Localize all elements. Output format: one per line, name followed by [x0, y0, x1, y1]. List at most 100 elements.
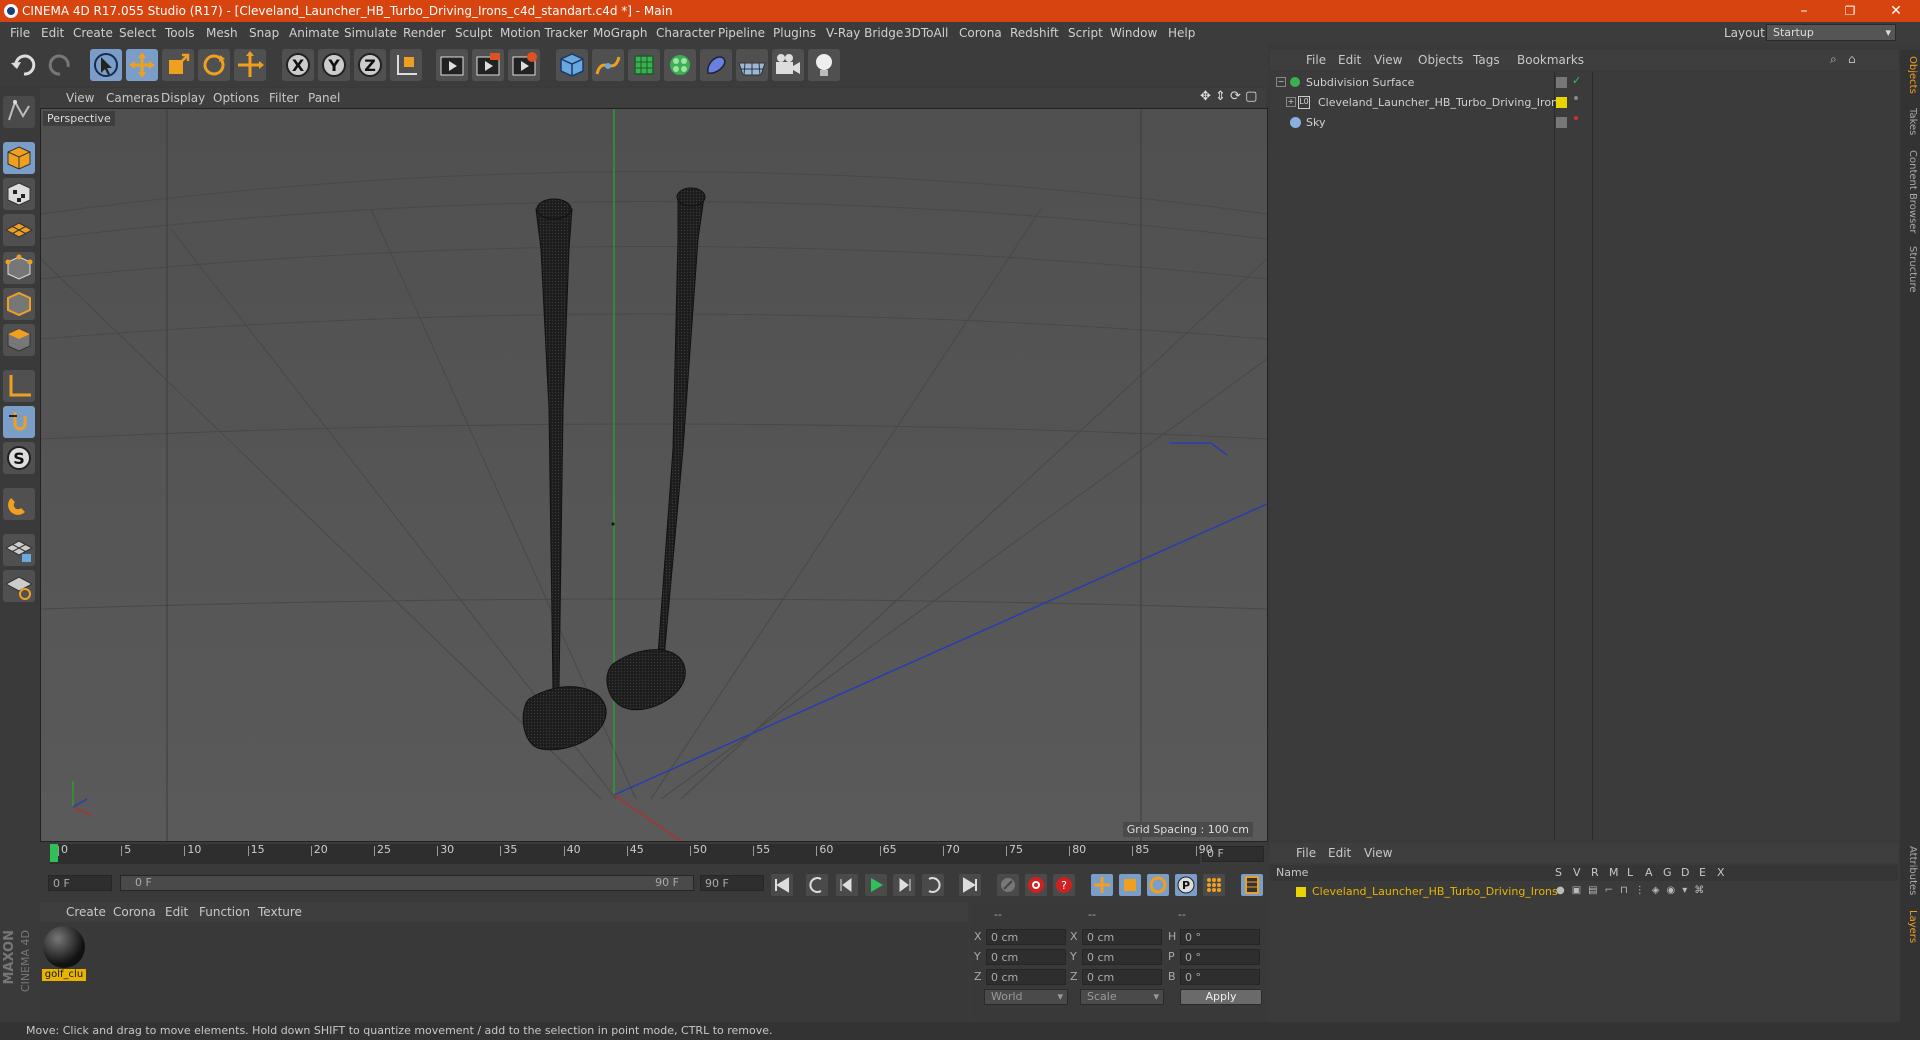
menu-select[interactable]: Select	[119, 26, 156, 40]
menu-corona[interactable]: Corona	[959, 26, 1002, 40]
workplane-mode-button[interactable]	[3, 214, 35, 246]
layer-toggle-icons[interactable]: ●▣▤⌐⊓⋮◈◉▾⌘	[1556, 885, 1711, 896]
menu-animate[interactable]: Animate	[289, 26, 339, 40]
end-frame-field[interactable]: 90 F	[700, 875, 764, 891]
menu-render[interactable]: Render	[403, 26, 446, 40]
viewport-menu-view[interactable]: View	[66, 91, 94, 105]
axis-mode-button[interactable]	[3, 370, 35, 402]
viewport-menu-options[interactable]: Options	[213, 91, 259, 105]
layer-color-icon[interactable]	[1556, 97, 1567, 108]
solo-mode-button[interactable]: S	[3, 442, 35, 474]
scale-mode-select[interactable]: Scale ▾	[1080, 989, 1164, 1005]
transform-tool-button[interactable]	[234, 49, 266, 81]
tab-takes[interactable]: Takes	[1902, 108, 1918, 135]
undo-button[interactable]	[8, 49, 40, 81]
expand-icon[interactable]: +	[1286, 97, 1296, 107]
coord-value-field[interactable]: 0 cm	[1082, 929, 1162, 945]
deformer-button[interactable]	[700, 49, 732, 81]
viewport-menu-panel[interactable]: Panel	[308, 91, 340, 105]
timeline-window-button[interactable]	[1241, 874, 1263, 896]
object-row-subdivision-surface[interactable]: − Subdivision Surface ✓	[1270, 74, 1898, 93]
autokeying-button[interactable]: ?	[1053, 874, 1075, 896]
viewport-menu-filter[interactable]: Filter	[269, 91, 299, 105]
z-axis-lock-button[interactable]: Z	[354, 49, 386, 81]
motion-record-button[interactable]	[997, 874, 1019, 896]
x-axis-lock-button[interactable]: X	[282, 49, 314, 81]
viewport-navigation-icons[interactable]: ✥ ⇕ ⟳ ▢	[1200, 89, 1257, 104]
go-to-end-button[interactable]	[959, 874, 981, 896]
render-dot-icon[interactable]	[1574, 116, 1578, 120]
material-menu-texture[interactable]: Texture	[258, 905, 302, 919]
key-scale-button[interactable]	[1119, 874, 1141, 896]
material-menu-corona[interactable]: Corona	[113, 905, 156, 919]
redo-button[interactable]	[44, 49, 76, 81]
y-axis-lock-button[interactable]: Y	[318, 49, 350, 81]
minimize-button[interactable]: –	[1781, 0, 1827, 22]
material-swatch[interactable]: golf_clu	[42, 926, 86, 982]
coord-value-field[interactable]: 0 °	[1180, 949, 1260, 965]
tab-objects[interactable]: Objects	[1902, 56, 1918, 94]
coordinate-system-button[interactable]	[390, 49, 422, 81]
layer-tag-icon[interactable]	[1556, 117, 1567, 128]
coord-value-field[interactable]: 0 cm	[1082, 949, 1162, 965]
coord-value-field[interactable]: 0 °	[1180, 969, 1260, 985]
coord-value-field[interactable]: 0 cm	[986, 929, 1066, 945]
rotate-tool-button[interactable]	[198, 49, 230, 81]
3d-viewport[interactable]: Perspective Grid Spacing : 100 cm	[40, 108, 1268, 842]
home-icon[interactable]: ⌂	[1848, 52, 1856, 66]
play-button[interactable]	[865, 874, 887, 896]
menu-create[interactable]: Create	[73, 26, 113, 40]
menu-edit[interactable]: Edit	[41, 26, 64, 40]
tab-structure[interactable]: Structure	[1902, 246, 1918, 293]
menu-character[interactable]: Character	[656, 26, 715, 40]
layer-menu-view[interactable]: View	[1364, 846, 1392, 860]
object-menu-file[interactable]: File	[1306, 53, 1326, 67]
material-menu-create[interactable]: Create	[66, 905, 106, 919]
magnet-tool-button[interactable]	[3, 488, 35, 520]
menu-help[interactable]: Help	[1168, 26, 1195, 40]
object-row-sky[interactable]: Sky	[1270, 114, 1898, 133]
apply-button[interactable]: Apply	[1180, 989, 1262, 1005]
viewport-menu-display[interactable]: Display	[161, 91, 205, 105]
key-parameter-button[interactable]: P	[1175, 874, 1197, 896]
start-frame-field[interactable]: 0 F	[48, 875, 112, 891]
go-to-start-button[interactable]	[771, 874, 793, 896]
menu-tools[interactable]: Tools	[165, 26, 195, 40]
polygon-mode-button[interactable]	[3, 324, 35, 356]
render-view-button[interactable]	[436, 49, 468, 81]
edge-mode-button[interactable]	[3, 288, 35, 320]
restore-button[interactable]: ❐	[1827, 0, 1873, 22]
object-menu-bookmarks[interactable]: Bookmarks	[1517, 53, 1584, 67]
texture-mode-button[interactable]	[3, 178, 35, 210]
light-object-button[interactable]	[808, 49, 840, 81]
planar-workplane-button[interactable]	[3, 570, 35, 602]
key-point-level-button[interactable]	[1203, 874, 1225, 896]
object-menu-objects[interactable]: Objects	[1418, 53, 1463, 67]
tab-content-browser[interactable]: Content Browser	[1902, 150, 1918, 233]
cube-object-button[interactable]	[556, 49, 588, 81]
layer-menu-edit[interactable]: Edit	[1328, 846, 1351, 860]
previous-frame-button[interactable]	[836, 874, 858, 896]
point-mode-button[interactable]	[3, 252, 35, 284]
menu-plugins[interactable]: Plugins	[773, 26, 816, 40]
record-keyframe-button[interactable]	[1025, 874, 1047, 896]
tab-attributes[interactable]: Attributes	[1902, 846, 1918, 895]
layer-tag-icon[interactable]	[1556, 77, 1567, 88]
timeline-track[interactable]	[50, 844, 1200, 864]
camera-label[interactable]: Perspective	[43, 111, 115, 126]
viewport-menu-cameras[interactable]: Cameras	[106, 91, 159, 105]
key-rotation-button[interactable]	[1147, 874, 1169, 896]
floor-object-button[interactable]	[736, 49, 768, 81]
menu-redshift[interactable]: Redshift	[1010, 26, 1059, 40]
next-key-button[interactable]	[922, 874, 944, 896]
menu-sculpt[interactable]: Sculpt	[455, 26, 492, 40]
menu-simulate[interactable]: Simulate	[344, 26, 397, 40]
menu-mograph[interactable]: MoGraph	[593, 26, 648, 40]
menu-snap[interactable]: Snap	[249, 26, 279, 40]
object-menu-view[interactable]: View	[1374, 53, 1402, 67]
material-menu-edit[interactable]: Edit	[165, 905, 188, 919]
frame-range-slider[interactable]: 0 F 90 F	[120, 875, 694, 891]
subdivision-surface-button[interactable]	[628, 49, 660, 81]
object-row-golf-clubs[interactable]: + L0 Cleveland_Launcher_HB_Turbo_Driving…	[1270, 94, 1898, 113]
coordinate-system-select[interactable]: World ▾	[984, 989, 1068, 1005]
